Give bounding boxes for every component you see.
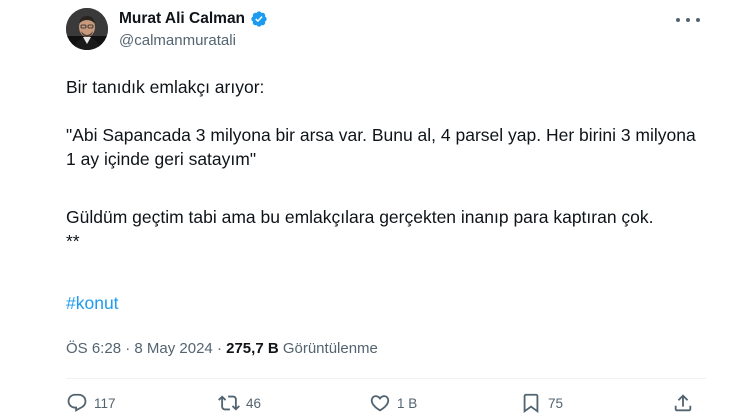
tweet-text-comment: Güldüm geçtim tabi ama bu emlakçılara ge… xyxy=(66,207,654,251)
tweet-text-quote: "Abi Sapancada 3 milyona bir arsa var. B… xyxy=(66,125,696,169)
meta-separator: · xyxy=(121,340,135,357)
views-count: 275,7 B xyxy=(226,340,279,357)
verified-badge-icon xyxy=(250,10,268,28)
share-icon xyxy=(672,392,694,414)
like-button[interactable]: 1 B xyxy=(369,392,417,414)
heart-icon xyxy=(369,392,391,414)
author-display-name[interactable]: Murat Ali Calman xyxy=(119,10,245,28)
action-bar: 117 46 1 B 75 xyxy=(66,392,706,420)
tweet-text-line1: Bir tanıdık emlakçı arıyor: xyxy=(66,77,265,97)
tweet: Murat Ali Calman @calmanmuratali Bir tan… xyxy=(0,0,730,420)
repost-button[interactable]: 46 xyxy=(218,392,261,414)
repost-count: 46 xyxy=(246,395,262,411)
hashtag-link[interactable]: #konut xyxy=(66,293,119,314)
views-label: Görüntülenme xyxy=(278,340,378,357)
meta-separator: · xyxy=(212,340,227,357)
reply-count: 117 xyxy=(94,395,116,411)
tweet-date[interactable]: 8 May 2024 xyxy=(134,340,212,357)
divider xyxy=(66,378,706,379)
bookmark-button[interactable]: 75 xyxy=(520,392,563,414)
share-button[interactable] xyxy=(672,392,694,414)
tweet-time[interactable]: ÖS 6:28 xyxy=(66,340,121,357)
bookmark-count: 75 xyxy=(548,395,564,411)
reply-icon xyxy=(66,392,88,414)
avatar[interactable] xyxy=(66,8,108,50)
reply-button[interactable]: 117 xyxy=(66,392,116,414)
like-count: 1 B xyxy=(397,395,418,411)
bookmark-icon xyxy=(520,392,542,414)
author-name-row[interactable]: Murat Ali Calman xyxy=(119,9,268,29)
more-icon[interactable] xyxy=(676,12,700,28)
repost-icon xyxy=(218,392,240,414)
author-handle[interactable]: @calmanmuratali xyxy=(119,32,236,49)
tweet-meta: ÖS 6:28 · 8 May 2024 · 275,7 B Görüntüle… xyxy=(66,340,378,357)
